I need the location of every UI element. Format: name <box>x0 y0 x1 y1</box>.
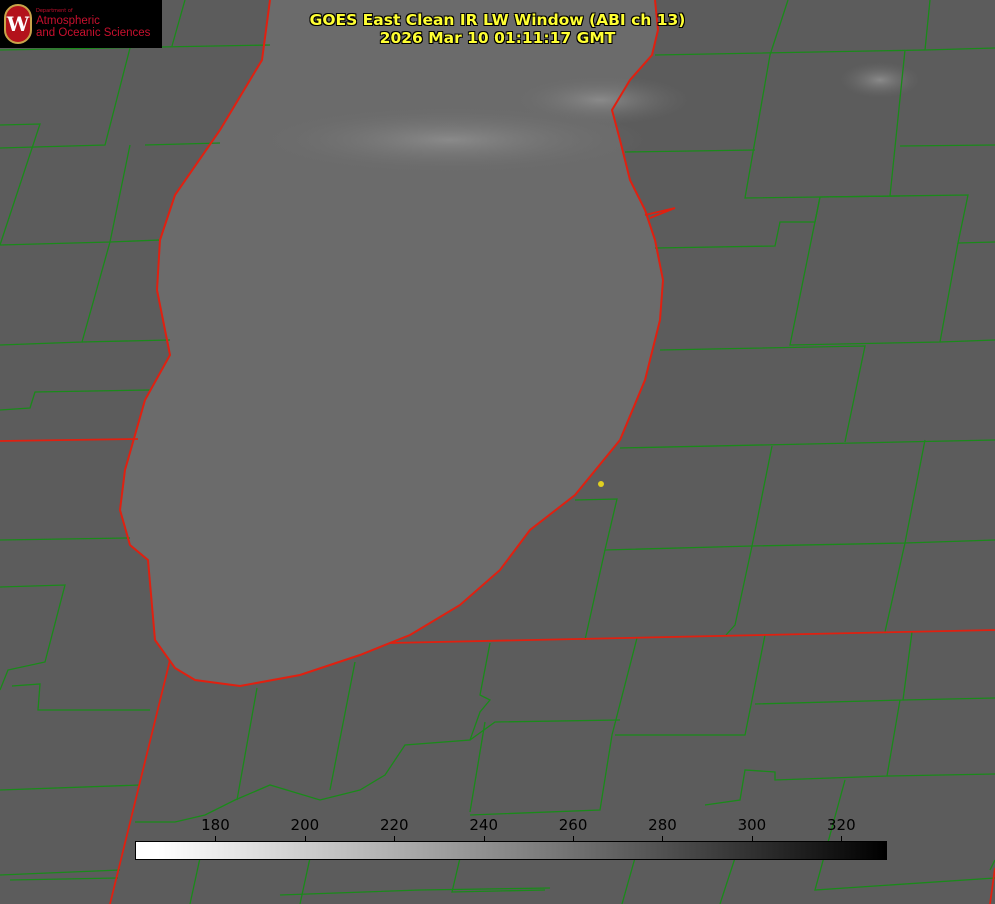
colorbar-tick-label: 220 <box>379 816 409 834</box>
image-title: GOES East Clean IR LW Window (ABI ch 13)… <box>270 11 725 47</box>
logo-line1: Atmospheric <box>36 14 100 27</box>
title-timestamp: 2026 Mar 10 01:11:17 GMT <box>379 29 616 47</box>
logo-text: Department of Atmospheric and Oceanic Sc… <box>36 9 151 39</box>
colorbar-tick-label: 300 <box>737 816 767 834</box>
uw-seal-icon: W <box>4 4 32 44</box>
satellite-map <box>0 0 995 904</box>
colorbar-tick-label: 240 <box>469 816 498 834</box>
colorbar-tick-label: 180 <box>201 816 230 834</box>
aos-logo: W Department of Atmospheric and Oceanic … <box>0 0 162 48</box>
colorbar-tick-label: 280 <box>648 816 677 834</box>
cloud-patch <box>840 62 920 98</box>
colorbar-tick-label: 320 <box>826 816 856 834</box>
seal-letter: W <box>6 12 30 36</box>
location-marker <box>598 481 604 487</box>
cloud-band <box>510 75 690 125</box>
logo-line2: and Oceanic Sciences <box>36 26 151 39</box>
colorbar <box>135 841 887 860</box>
colorbar-tick-label: 200 <box>290 816 320 834</box>
title-product: GOES East Clean IR LW Window (ABI ch 13) <box>309 11 686 29</box>
satellite-viewer: W Department of Atmospheric and Oceanic … <box>0 0 995 904</box>
colorbar-tick-label: 260 <box>558 816 588 834</box>
